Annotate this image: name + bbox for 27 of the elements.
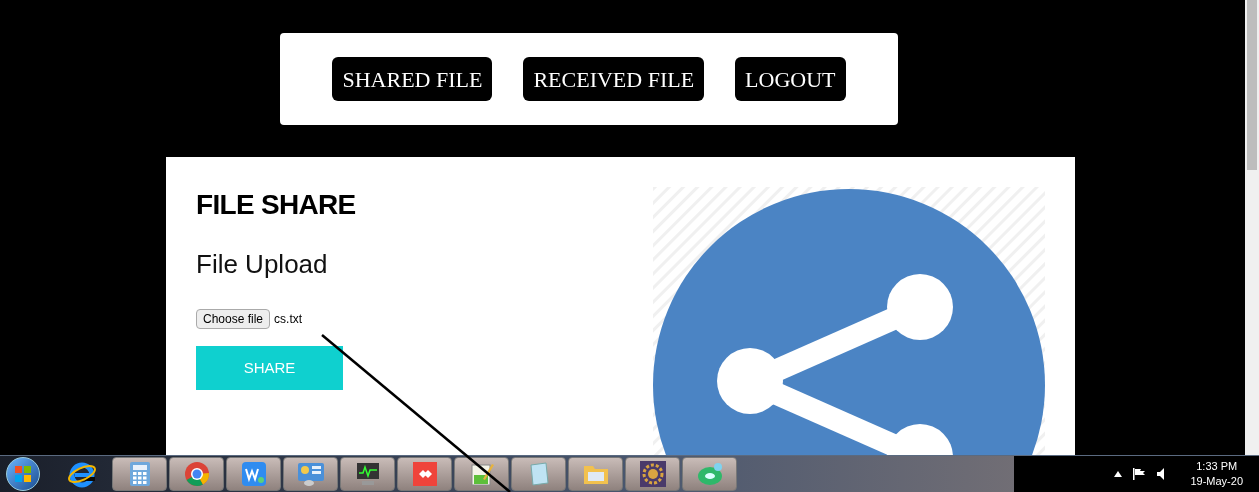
notepad-pencil-icon xyxy=(468,461,495,487)
nav-button[interactable]: RECEIVED FILE xyxy=(523,57,705,101)
taskbar-app[interactable] xyxy=(340,457,395,491)
browser-icon xyxy=(183,461,210,487)
browser-e-logo-icon xyxy=(67,460,97,488)
gear-icon xyxy=(638,460,667,488)
page-title: FILE SHARE xyxy=(196,188,356,222)
choose-file-button[interactable]: Choose file xyxy=(196,309,271,329)
disc-icon xyxy=(695,461,724,487)
caret-up-icon[interactable] xyxy=(1114,471,1123,477)
document-app-icon xyxy=(240,461,267,487)
section-heading: File Upload xyxy=(196,248,328,281)
nav-button[interactable]: LOGOUT xyxy=(735,57,846,101)
flag-icon[interactable] xyxy=(1132,467,1147,481)
clock-time: 1:33 PM xyxy=(1196,459,1238,474)
control-panel-icon xyxy=(296,461,325,487)
file-name: cs.txt xyxy=(274,311,303,328)
taskbar-app[interactable] xyxy=(454,457,509,491)
clock[interactable]: 1:33 PM 19-May-20 xyxy=(1190,459,1243,489)
diamond-app-icon xyxy=(411,461,438,487)
start-button[interactable] xyxy=(6,457,40,491)
speaker-icon[interactable] xyxy=(1156,467,1167,481)
nav-button[interactable]: SHARED FILE xyxy=(332,57,493,101)
clock-date: 19-May-20 xyxy=(1190,474,1243,489)
calculator-icon xyxy=(127,461,152,487)
windows-logo-icon xyxy=(14,465,32,483)
scrollbar[interactable] xyxy=(1245,0,1259,455)
